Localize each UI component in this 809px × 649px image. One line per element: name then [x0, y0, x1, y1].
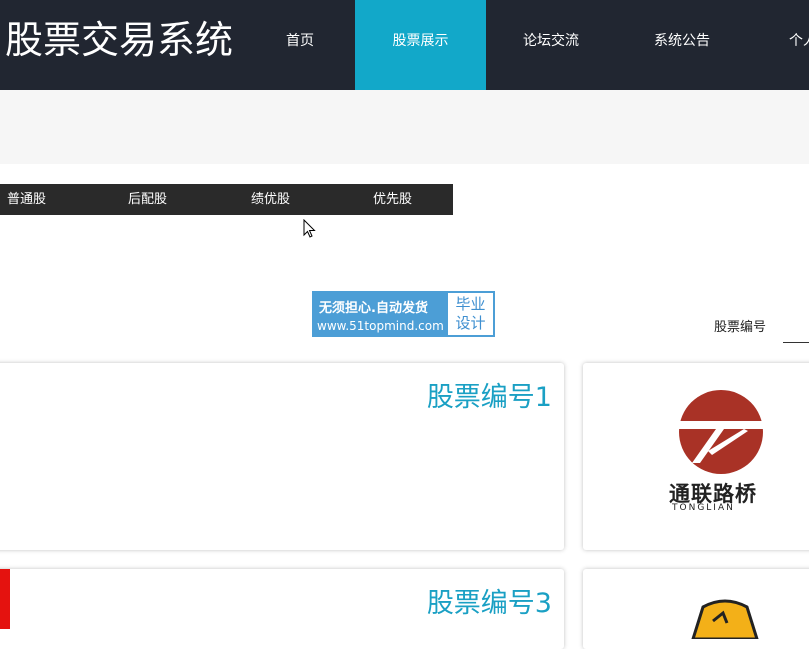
category-deferred-stock[interactable]: 后配股: [128, 184, 167, 215]
nav-home[interactable]: 首页: [255, 0, 345, 90]
stock-card-title: 股票编号3: [426, 588, 552, 619]
ad-badge: 毕业 设计: [448, 293, 493, 335]
category-preferred-stock[interactable]: 优先股: [373, 184, 412, 215]
nav-stock-display[interactable]: 股票展示: [355, 0, 486, 90]
ad-slogan: 无须担心.自动发货: [319, 301, 428, 316]
advertisement-banner[interactable]: 无须担心.自动发货 www.51topmind.com 毕业 设计: [312, 291, 495, 337]
stock-number-search-input[interactable]: [783, 312, 809, 343]
header-banner-band: [0, 90, 809, 164]
tonglian-logo: [678, 390, 764, 474]
stock-card-4[interactable]: [583, 569, 809, 649]
ad-badge-line1: 毕业: [455, 295, 486, 313]
stock-card-3-image: [0, 569, 10, 629]
stock-card-2[interactable]: 通联路桥 TONGLIAN: [583, 363, 809, 550]
category-blue-chip-stock[interactable]: 绩优股: [251, 184, 290, 215]
stock-category-bar: 普通股 后配股 绩优股 优先股: [0, 184, 453, 215]
nav-forum[interactable]: 论坛交流: [506, 0, 596, 90]
stock-card-3[interactable]: 股票编号3: [0, 569, 564, 649]
ad-url: www.51topmind.com: [317, 319, 444, 333]
ad-badge-line2: 设计: [455, 314, 486, 332]
nav-announcements[interactable]: 系统公告: [637, 0, 727, 90]
top-navigation-bar: 股票交易系统 首页 股票展示 论坛交流 系统公告 个人: [0, 0, 809, 90]
mouse-cursor-icon: [303, 219, 316, 238]
tonglian-logo-subtext: TONGLIAN: [672, 503, 735, 513]
gold-logo: [691, 599, 759, 639]
category-common-stock[interactable]: 普通股: [7, 184, 46, 215]
stock-card-title: 股票编号1: [426, 382, 552, 413]
stock-card-1[interactable]: 股票编号1: [0, 363, 564, 550]
stock-number-search-label: 股票编号: [714, 320, 767, 335]
nav-personal[interactable]: 个人: [789, 0, 809, 90]
site-brand-title[interactable]: 股票交易系统: [5, 14, 233, 66]
